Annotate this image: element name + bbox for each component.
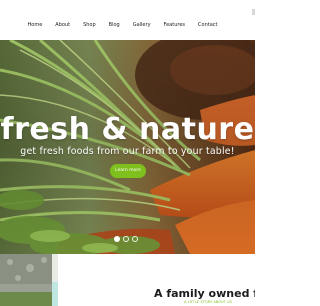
hero-slider: fresh & nature get fresh foods from our … <box>0 40 255 254</box>
slider-dot-3[interactable] <box>132 236 138 242</box>
slider-pagination <box>114 236 138 242</box>
nav-item-blog[interactable]: Blog <box>109 21 120 29</box>
about-subheading: A LITTLE STORY ABOUT US <box>184 300 232 304</box>
nav-item-features[interactable]: Features <box>164 21 186 29</box>
nav-item-shop[interactable]: Shop <box>83 21 96 29</box>
top-navigation-bar: Home About Shop Blog Gallery Features Co… <box>0 0 255 40</box>
hero-subtitle: get fresh foods from our farm to your ta… <box>20 146 235 157</box>
page: Home About Shop Blog Gallery Features Co… <box>0 0 255 306</box>
side-panel-tab[interactable] <box>252 9 255 15</box>
about-heading: A family owned fa <box>154 287 255 300</box>
nav-item-home[interactable]: Home <box>28 21 43 29</box>
learn-more-button[interactable]: Learn more <box>110 164 146 178</box>
main-menu: Home About Shop Blog Gallery Features Co… <box>0 21 245 29</box>
slider-dot-1[interactable] <box>114 236 120 242</box>
about-image <box>0 254 58 306</box>
nav-item-contact[interactable]: Contact <box>198 21 217 29</box>
slider-dot-2[interactable] <box>123 236 129 242</box>
about-photo <box>0 254 58 306</box>
hero-title: fresh & nature <box>0 112 255 147</box>
nav-item-about[interactable]: About <box>55 21 70 29</box>
nav-item-gallery[interactable]: Gallery <box>133 21 151 29</box>
